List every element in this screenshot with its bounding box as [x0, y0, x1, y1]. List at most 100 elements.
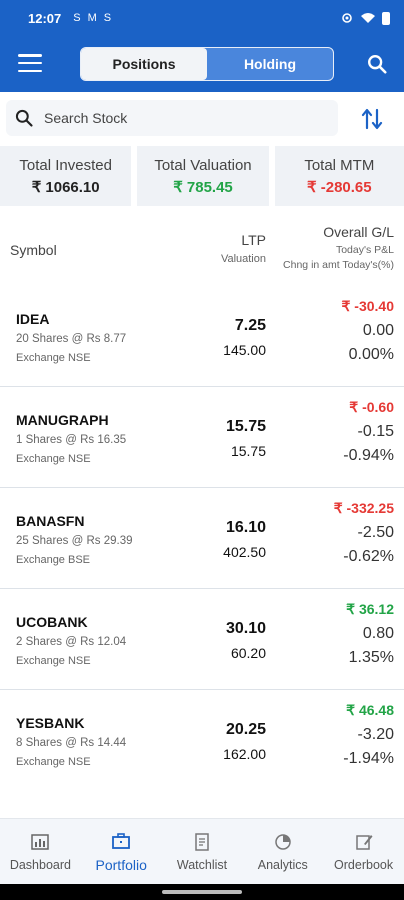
menu-icon[interactable] — [18, 54, 42, 72]
status-bar: 12:07 S M S — [0, 0, 404, 36]
notification-icon: S — [103, 12, 112, 24]
stock-change-pct: -1.94% — [343, 750, 394, 767]
stock-today-pnl: 0.80 — [362, 625, 394, 642]
stock-change-pct: -0.62% — [343, 548, 394, 565]
stock-overall-gl: ₹ -332.25 — [333, 500, 394, 516]
position-row[interactable]: IDEA 20 Shares @ Rs 8.77 Exchange NSE 7.… — [0, 286, 404, 387]
total-invested-value: ₹ 1066.10 — [31, 178, 100, 196]
search-row — [0, 100, 404, 138]
system-home-bar — [0, 884, 404, 900]
stock-name: MANUGRAPH — [16, 412, 109, 428]
stock-overall-gl: ₹ -0.60 — [349, 399, 394, 415]
ltp-header: LTP Valuation — [221, 232, 266, 265]
stock-overall-gl: ₹ -30.40 — [341, 298, 395, 314]
symbol-header: Symbol — [10, 242, 57, 258]
stock-ltp: 16.10 — [225, 519, 266, 536]
nav-label: Orderbook — [334, 857, 394, 872]
stock-name: BANASFN — [16, 513, 85, 529]
stock-change-pct: 1.35% — [348, 649, 394, 666]
total-mtm-card: Total MTM ₹ -280.65 — [274, 146, 404, 206]
stock-exchange: Exchange NSE — [16, 756, 91, 768]
overall-gl-header-label: Overall G/L — [323, 224, 394, 240]
positions-holding-toggle: Positions Holding — [80, 47, 334, 81]
briefcase-icon — [112, 832, 131, 849]
tab-positions[interactable]: Positions — [81, 48, 207, 80]
tab-holding[interactable]: Holding — [207, 48, 333, 80]
nav-watchlist[interactable]: Watchlist — [162, 819, 243, 884]
stock-valuation: 402.50 — [223, 544, 266, 560]
nav-label: Dashboard — [9, 857, 71, 872]
stock-exchange: Exchange NSE — [16, 352, 91, 364]
stock-valuation: 60.20 — [230, 645, 266, 661]
stock-overall-gl: ₹ 46.48 — [346, 702, 394, 718]
stock-quantity: 25 Shares @ Rs 29.39 — [16, 535, 133, 547]
home-indicator[interactable] — [162, 890, 242, 894]
total-invested-card: Total Invested ₹ 1066.10 — [0, 146, 132, 206]
chart-icon — [31, 833, 50, 850]
nav-dashboard[interactable]: Dashboard — [0, 819, 81, 884]
stock-name: YESBANK — [16, 715, 85, 731]
stock-overall-gl: ₹ 36.12 — [346, 601, 394, 617]
total-mtm-label: Total MTM — [304, 156, 375, 174]
column-header: Symbol LTP Valuation Overall G/L Today's… — [0, 222, 404, 278]
stock-today-pnl: -3.20 — [357, 726, 394, 743]
notification-icon: S — [73, 12, 81, 24]
valuation-header-label: Valuation — [220, 253, 266, 265]
battery-icon — [382, 11, 390, 25]
search-icon — [15, 109, 33, 127]
status-time: 12:07 — [28, 10, 62, 26]
stock-name: IDEA — [16, 311, 50, 327]
stock-valuation: 145.00 — [223, 342, 266, 358]
ltp-header-label: LTP — [241, 232, 266, 248]
stock-ltp: 7.25 — [234, 317, 266, 334]
total-invested-label: Total Invested — [19, 156, 112, 174]
notification-icon: M — [87, 12, 97, 24]
stock-today-pnl: -0.15 — [357, 423, 394, 440]
stock-exchange: Exchange NSE — [16, 655, 91, 667]
chng-header-label: Chng in amt Today's(%) — [283, 259, 394, 271]
stock-name: UCOBANK — [16, 614, 88, 630]
portfolio-summary: Total Invested ₹ 1066.10 Total Valuation… — [0, 146, 404, 208]
nav-label: Portfolio — [95, 856, 147, 873]
stock-today-pnl: -2.50 — [357, 524, 394, 541]
sort-icon[interactable] — [360, 106, 384, 132]
search-box — [6, 100, 338, 136]
today-pnl-header-label: Today's P&L — [335, 244, 394, 256]
stock-quantity: 2 Shares @ Rs 12.04 — [16, 636, 127, 648]
gl-header: Overall G/L Today's P&L Chng in amt Toda… — [283, 224, 394, 271]
pie-icon — [275, 833, 291, 850]
stock-exchange: Exchange BSE — [16, 554, 90, 566]
nav-analytics[interactable]: Analytics — [242, 819, 323, 884]
signal-icon — [342, 13, 352, 23]
status-notification-icons: S M S — [73, 12, 111, 24]
total-mtm-value: ₹ -280.65 — [307, 178, 372, 196]
document-icon — [195, 832, 209, 851]
nav-portfolio[interactable]: Portfolio — [81, 819, 162, 884]
stock-ltp: 15.75 — [225, 418, 266, 435]
stock-ltp: 30.10 — [225, 620, 266, 637]
edit-icon — [355, 834, 373, 850]
stock-quantity: 1 Shares @ Rs 16.35 — [16, 434, 127, 446]
position-row[interactable]: YESBANK 8 Shares @ Rs 14.44 Exchange NSE… — [0, 690, 404, 791]
nav-label: Watchlist — [176, 857, 228, 872]
bottom-navigation: Dashboard Portfolio Watchlist Analytics … — [0, 818, 404, 884]
stock-change-pct: 0.00% — [348, 346, 394, 363]
total-valuation-value: ₹ 785.45 — [173, 178, 233, 196]
stock-ltp: 20.25 — [225, 721, 266, 738]
search-stock-input[interactable] — [44, 110, 324, 126]
status-right-icons — [340, 11, 390, 25]
stock-today-pnl: 0.00 — [362, 322, 394, 339]
wifi-icon — [361, 13, 375, 23]
stock-quantity: 8 Shares @ Rs 14.44 — [16, 737, 127, 749]
nav-orderbook[interactable]: Orderbook — [323, 819, 404, 884]
nav-label: Analytics — [257, 857, 308, 872]
position-row[interactable]: UCOBANK 2 Shares @ Rs 12.04 Exchange NSE… — [0, 589, 404, 690]
stock-valuation: 15.75 — [230, 443, 266, 459]
position-row[interactable]: MANUGRAPH 1 Shares @ Rs 16.35 Exchange N… — [0, 387, 404, 488]
total-valuation-label: Total Valuation — [154, 156, 252, 174]
stock-valuation: 162.00 — [223, 746, 266, 762]
positions-list: IDEA 20 Shares @ Rs 8.77 Exchange NSE 7.… — [0, 286, 404, 791]
stock-exchange: Exchange NSE — [16, 453, 91, 465]
search-icon[interactable] — [366, 53, 388, 75]
position-row[interactable]: BANASFN 25 Shares @ Rs 29.39 Exchange BS… — [0, 488, 404, 589]
